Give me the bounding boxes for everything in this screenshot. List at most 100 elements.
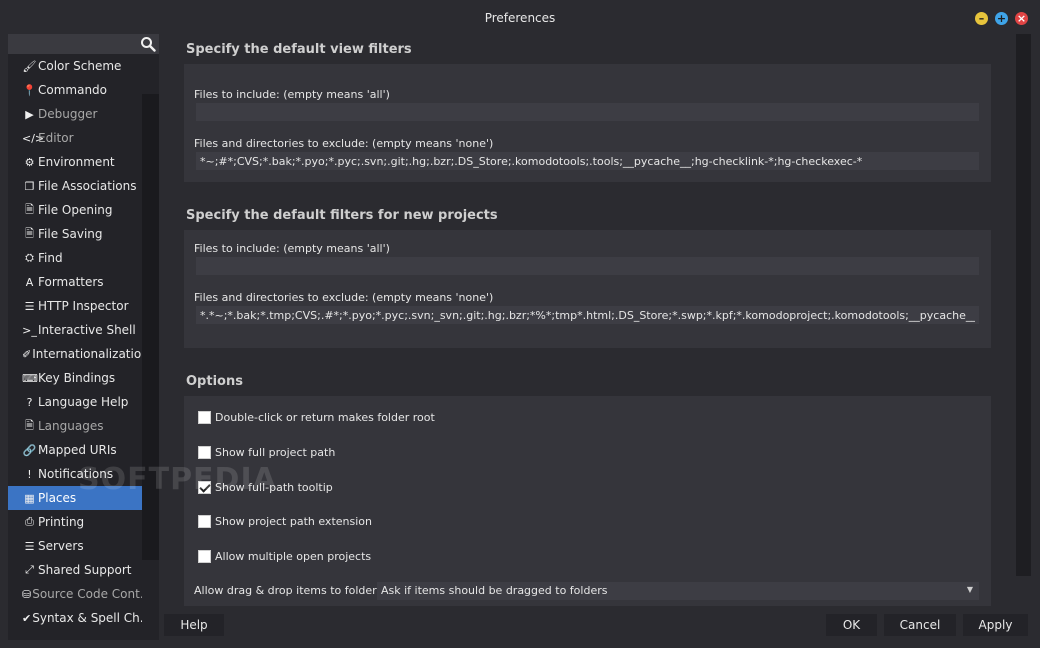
sidebar-search-bar[interactable] bbox=[8, 34, 159, 54]
sidebar-item-label: Editor bbox=[38, 131, 74, 145]
sidebar-item-shared-support[interactable]: ⤢ Shared Support bbox=[8, 558, 142, 582]
option-full-path-tooltip[interactable]: Show full-path tooltip bbox=[198, 481, 333, 494]
option-label: Show project path extension bbox=[215, 515, 372, 528]
drag-drop-label: Allow drag & drop items to folders bbox=[194, 584, 383, 597]
full-project-path-checkbox[interactable] bbox=[198, 446, 211, 459]
maximize-icon[interactable]: + bbox=[995, 12, 1008, 25]
drag-drop-select[interactable]: Ask if items should be dragged to folder… bbox=[377, 582, 979, 600]
sidebar-item-key-bindings[interactable]: ⌨ Key Bindings bbox=[8, 366, 142, 390]
check-circle-icon: ✔ bbox=[22, 611, 32, 625]
option-multiple-projects[interactable]: Allow multiple open projects bbox=[198, 550, 371, 563]
sidebar-item-servers[interactable]: ☰ Servers bbox=[8, 534, 142, 558]
sidebar-item-internationalization[interactable]: ✐ Internationalization bbox=[8, 342, 142, 366]
sidebar-item-mapped-uris[interactable]: 🔗 Mapped URIs bbox=[8, 438, 142, 462]
apply-button[interactable]: Apply bbox=[963, 614, 1028, 636]
folder-root-checkbox[interactable] bbox=[198, 411, 211, 424]
sidebar-item-label: Environment bbox=[38, 155, 115, 169]
sidebar-item-color-scheme[interactable]: 🖌 Color Scheme bbox=[8, 54, 142, 78]
option-label: Double-click or return makes folder root bbox=[215, 411, 435, 424]
brush-icon: 🖌 bbox=[22, 59, 37, 73]
sidebar-item-label: Key Bindings bbox=[38, 371, 116, 385]
sidebar-item-formatters[interactable]: A Formatters bbox=[8, 270, 142, 294]
sidebar-item-label: Syntax & Spell Ch... bbox=[32, 611, 142, 625]
sidebar-item-syntax-spell-ch[interactable]: ✔ Syntax & Spell Ch... bbox=[8, 606, 142, 630]
file-save-icon: 🗎 bbox=[25, 226, 34, 240]
sidebar-item-commando[interactable]: 📍 Commando bbox=[8, 78, 142, 102]
help-button[interactable]: Help bbox=[164, 614, 224, 636]
server-icon: ☰ bbox=[24, 539, 35, 553]
view-exclude-input[interactable] bbox=[196, 152, 979, 170]
options-title: Options bbox=[186, 374, 243, 389]
font-icon: A bbox=[25, 275, 34, 289]
close-icon[interactable]: × bbox=[1015, 12, 1028, 25]
sidebar-item-interactive-shell[interactable]: >_ Interactive Shell bbox=[8, 318, 142, 342]
sidebar-item-notifications[interactable]: ! Notifications bbox=[8, 462, 142, 486]
full-path-tooltip-checkbox[interactable] bbox=[198, 481, 211, 494]
project-exclude-input[interactable] bbox=[196, 306, 979, 324]
sidebar-item-label: Mapped URIs bbox=[38, 443, 117, 457]
project-include-input[interactable] bbox=[196, 257, 979, 275]
sidebar-item-label: Color Scheme bbox=[38, 59, 122, 73]
inspector-icon: ☰ bbox=[24, 299, 35, 313]
minimize-icon[interactable]: – bbox=[975, 12, 988, 25]
option-folder-root[interactable]: Double-click or return makes folder root bbox=[198, 411, 435, 424]
sidebar-item-label: File Associations bbox=[38, 179, 137, 193]
sidebar-item-printing[interactable]: ⎙ Printing bbox=[8, 510, 142, 534]
sidebar-item-label: Source Code Cont... bbox=[32, 587, 142, 601]
gear-icon: ⚙ bbox=[24, 155, 35, 169]
sidebar-item-language-help[interactable]: ? Language Help bbox=[8, 390, 142, 414]
view-include-label: Files to include: (empty means 'all') bbox=[194, 88, 390, 101]
sidebar-item-label: Printing bbox=[38, 515, 85, 529]
view-filters-title: Specify the default view filters bbox=[186, 42, 412, 57]
share-icon: ⤢ bbox=[25, 563, 34, 576]
multiple-projects-checkbox[interactable] bbox=[198, 550, 211, 563]
database-icon: ⛁ bbox=[22, 587, 32, 601]
sidebar-item-label: File Saving bbox=[38, 227, 103, 241]
sidebar-item-source-code-cont[interactable]: ⛁ Source Code Cont... bbox=[8, 582, 142, 606]
sidebar-item-label: Commando bbox=[38, 83, 108, 97]
sidebar-item-label: Servers bbox=[38, 539, 84, 553]
chevron-down-icon: ▼ bbox=[966, 585, 973, 594]
sidebar-item-places[interactable]: ▦ Places bbox=[8, 486, 142, 510]
sidebar-item-file-saving[interactable]: 🗎 File Saving bbox=[8, 222, 142, 246]
link-icon: 🔗 bbox=[22, 443, 37, 457]
play-icon: ▶ bbox=[25, 107, 34, 121]
sidebar-item-label: HTTP Inspector bbox=[38, 299, 129, 313]
sidebar-item-http-inspector[interactable]: ☰ HTTP Inspector bbox=[8, 294, 142, 318]
sidebar-item-label: Debugger bbox=[38, 107, 98, 121]
view-filters-panel: Files to include: (empty means 'all') Fi… bbox=[184, 64, 991, 182]
sidebar-item-label: Internationalization bbox=[32, 347, 142, 361]
drag-drop-value: Ask if items should be dragged to folder… bbox=[381, 584, 608, 597]
path-extension-checkbox[interactable] bbox=[198, 515, 211, 528]
window-title: Preferences bbox=[484, 11, 556, 25]
sidebar-item-label: File Opening bbox=[38, 203, 113, 217]
project-filters-title: Specify the default filters for new proj… bbox=[186, 208, 498, 223]
sidebar-item-label: Places bbox=[38, 491, 77, 505]
sidebar-item-label: Languages bbox=[38, 419, 104, 433]
cancel-button[interactable]: Cancel bbox=[884, 614, 956, 636]
sidebar-item-find[interactable]: ⛭ Find bbox=[8, 246, 142, 270]
sidebar-item-file-opening[interactable]: 🗎 File Opening bbox=[8, 198, 142, 222]
sidebar-item-debugger[interactable]: ▶ Debugger bbox=[8, 102, 142, 126]
ok-button[interactable]: OK bbox=[826, 614, 877, 636]
sidebar-scrollbar[interactable] bbox=[142, 94, 159, 560]
files-icon: ❐ bbox=[24, 179, 35, 193]
content-scrollbar[interactable] bbox=[1016, 34, 1031, 576]
sidebar-item-editor[interactable]: </> Editor bbox=[8, 126, 142, 150]
sidebar-item-file-associations[interactable]: ❐ File Associations bbox=[8, 174, 142, 198]
sidebar-item-environment[interactable]: ⚙ Environment bbox=[8, 150, 142, 174]
search-icon[interactable] bbox=[140, 36, 156, 52]
option-path-extension[interactable]: Show project path extension bbox=[198, 515, 372, 528]
places-preferences-panel: Specify the default view filters Files t… bbox=[170, 34, 1016, 608]
sidebar-item-label: Find bbox=[38, 251, 63, 265]
project-filters-panel: Files to include: (empty means 'all') Fi… bbox=[184, 230, 991, 348]
terminal-icon: >_ bbox=[22, 323, 37, 337]
view-include-input[interactable] bbox=[196, 103, 979, 121]
project-include-label: Files to include: (empty means 'all') bbox=[194, 242, 390, 255]
sidebar-item-label: Interactive Shell bbox=[38, 323, 136, 337]
preferences-sidebar: 🖌 Color Scheme 📍 Commando ▶ Debugger </> Editor… bbox=[8, 34, 159, 640]
option-full-project-path[interactable]: Show full project path bbox=[198, 446, 335, 459]
sidebar-item-languages[interactable]: 🗎 Languages bbox=[8, 414, 142, 438]
sidebar-item-label: Language Help bbox=[38, 395, 129, 409]
option-label: Allow multiple open projects bbox=[215, 550, 372, 563]
